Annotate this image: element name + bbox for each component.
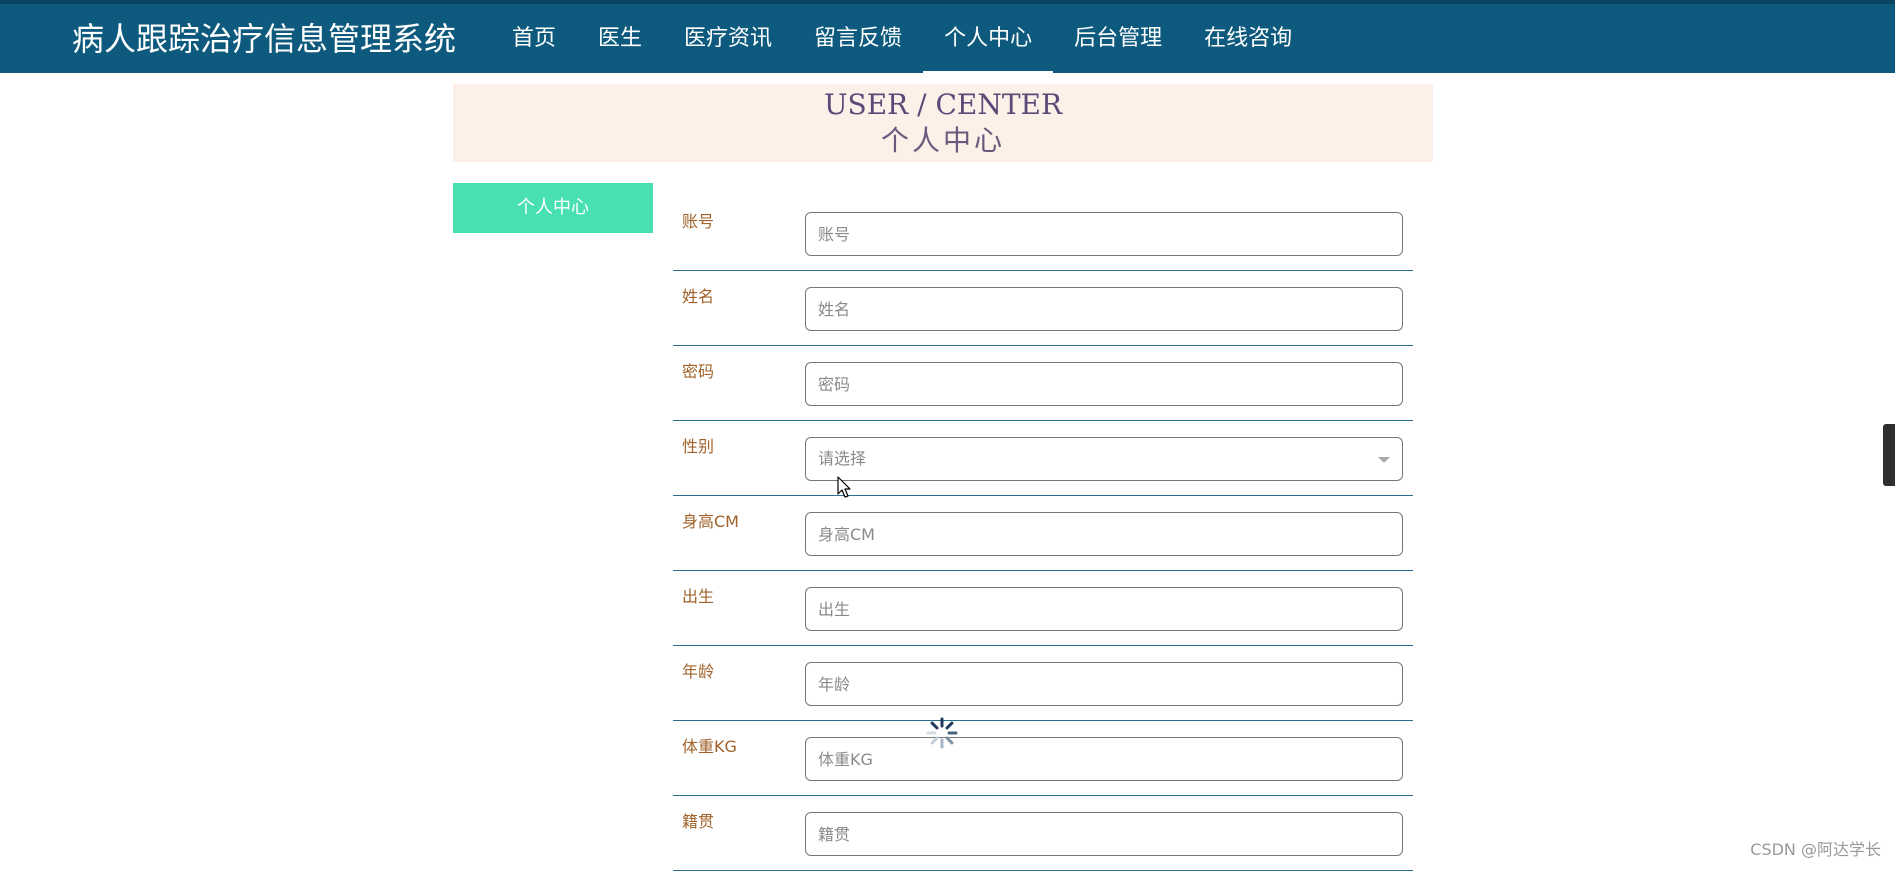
- form-row-birth: 出生: [673, 571, 1413, 646]
- loading-spinner-icon: [926, 717, 958, 749]
- nav-item-admin[interactable]: 后台管理: [1053, 4, 1183, 73]
- form-row-native-place: 籍贯: [673, 796, 1413, 871]
- name-input[interactable]: [805, 287, 1403, 331]
- form-row-weight: 体重KG: [673, 721, 1413, 796]
- password-label: 密码: [682, 362, 715, 381]
- password-input[interactable]: [805, 362, 1403, 406]
- form-row-account: 账号: [673, 196, 1413, 271]
- nav-item-user-center[interactable]: 个人中心: [923, 4, 1054, 75]
- page-title-cn: 个人中心: [880, 124, 1005, 157]
- mouse-cursor-icon: [837, 476, 851, 498]
- gender-select[interactable]: 请选择: [805, 437, 1403, 481]
- gender-label: 性别: [682, 437, 715, 456]
- native-place-label: 籍贯: [682, 812, 715, 831]
- nav-item-doctors[interactable]: 医生: [577, 4, 663, 73]
- chevron-down-icon: [1378, 457, 1390, 463]
- gender-select-placeholder: 请选择: [818, 449, 867, 468]
- form-row-height: 身高CM: [673, 496, 1413, 571]
- watermark-text: CSDN @阿达学长: [1750, 840, 1881, 859]
- page-title-en: USER / CENTER: [823, 88, 1063, 121]
- form-row-gender: 性别 请选择: [673, 421, 1413, 496]
- height-label: 身高CM: [682, 512, 739, 531]
- age-input[interactable]: [805, 662, 1403, 706]
- top-navbar: 病人跟踪治疗信息管理系统 首页 医生 医疗资讯 留言反馈 个人中心 后台管理 在…: [0, 0, 1895, 75]
- side-menu-item-user-center[interactable]: 个人中心: [453, 183, 653, 233]
- weight-input[interactable]: [805, 737, 1403, 781]
- profile-form: 账号 姓名 密码 性别 请选择 身高CM 出生 年龄 体重KG 籍贯: [673, 196, 1413, 871]
- page-banner: USER / CENTER 个人中心: [453, 84, 1433, 162]
- scrollbar-thumb[interactable]: [1883, 424, 1895, 486]
- birth-input[interactable]: [805, 587, 1403, 631]
- native-place-input[interactable]: [805, 812, 1403, 856]
- form-row-password: 密码: [673, 346, 1413, 421]
- birth-label: 出生: [682, 587, 715, 606]
- weight-label: 体重KG: [682, 737, 737, 756]
- name-label: 姓名: [682, 287, 715, 306]
- form-row-age: 年龄: [673, 646, 1413, 721]
- site-title: 病人跟踪治疗信息管理系统: [72, 20, 457, 58]
- account-input[interactable]: [805, 212, 1403, 256]
- account-label: 账号: [682, 212, 715, 231]
- nav-item-home[interactable]: 首页: [491, 4, 577, 73]
- nav-item-medical-news[interactable]: 医疗资讯: [663, 4, 793, 73]
- nav-item-online-consult[interactable]: 在线咨询: [1183, 4, 1313, 73]
- height-input[interactable]: [805, 512, 1403, 556]
- main-nav: 首页 医生 医疗资讯 留言反馈 个人中心 后台管理 在线咨询: [491, 4, 1313, 77]
- nav-item-feedback[interactable]: 留言反馈: [793, 4, 923, 73]
- age-label: 年龄: [682, 662, 715, 681]
- form-row-name: 姓名: [673, 271, 1413, 346]
